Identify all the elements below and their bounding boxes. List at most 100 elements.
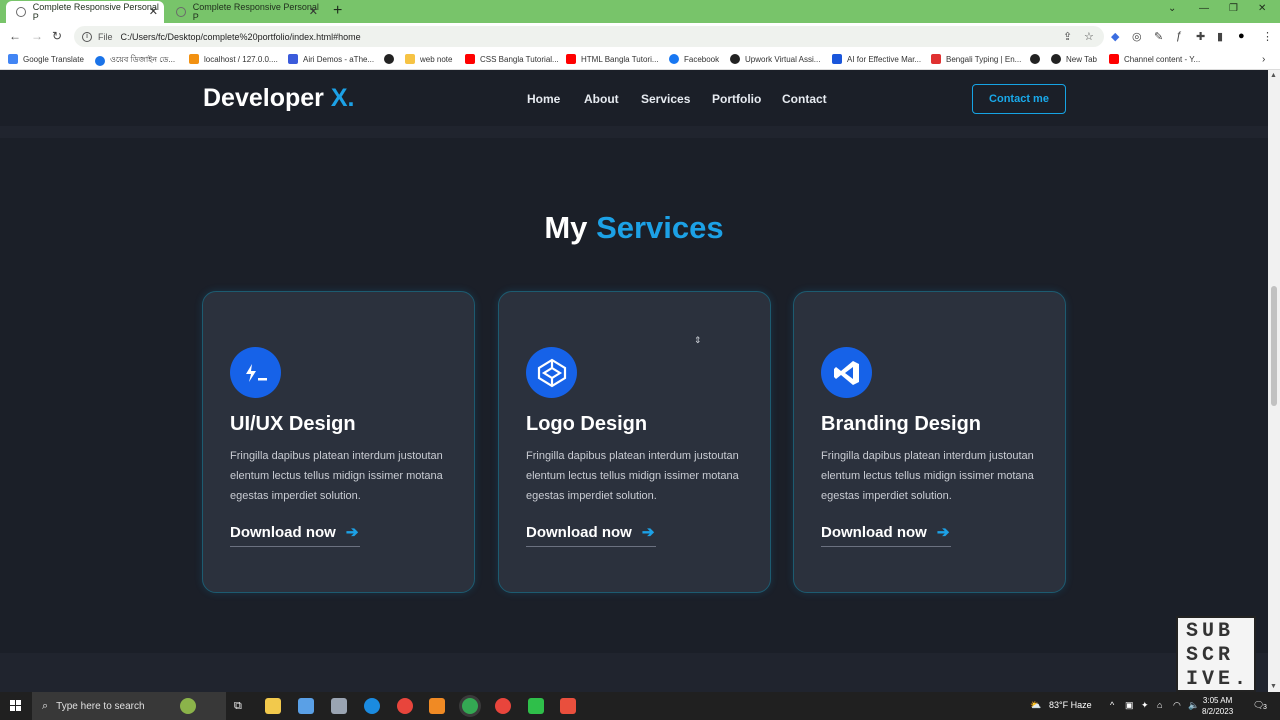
- download-now-link[interactable]: Download now ➔: [230, 523, 358, 542]
- link-underline: [821, 546, 951, 547]
- scroll-up-icon[interactable]: ▲: [1270, 72, 1277, 79]
- nav-home[interactable]: Home: [527, 92, 560, 106]
- scroll-down-icon[interactable]: ▼: [1270, 683, 1277, 690]
- nav-portfolio[interactable]: Portfolio: [712, 92, 761, 106]
- network-icon[interactable]: ◠: [1173, 700, 1181, 711]
- url-field[interactable]: i File C:/Users/fc/Desktop/complete%20po…: [74, 26, 1104, 47]
- taskbar-clock[interactable]: 3:05 AM 8/2/2023: [1202, 695, 1233, 717]
- card-title: Branding Design: [821, 413, 982, 435]
- link-underline: [230, 546, 360, 547]
- extension-icon[interactable]: ✎: [1154, 30, 1163, 43]
- link-label: Download now: [821, 523, 927, 541]
- chrome-active-icon[interactable]: [462, 698, 478, 714]
- close-tab-icon[interactable]: ✕: [149, 5, 158, 18]
- bookmark-item[interactable]: HTML Bangla Tutori...: [566, 54, 659, 64]
- tab-search-icon[interactable]: ⌄: [1168, 3, 1176, 14]
- star-icon[interactable]: ☆: [1084, 30, 1094, 43]
- browser-tab[interactable]: Complete Responsive Personal P ✕: [166, 1, 324, 23]
- site-logo[interactable]: Developer X.: [203, 84, 354, 113]
- bookmark-label: CSS Bangla Tutorial...: [480, 54, 559, 64]
- nav-contact[interactable]: Contact: [782, 92, 827, 106]
- clock-date: 8/2/2023: [1202, 707, 1234, 716]
- bookmark-label: ওয়েব ডিজাইন ডে...: [110, 55, 176, 64]
- bookmark-item[interactable]: Airi Demos - aThe...: [288, 54, 374, 64]
- windows-start-icon[interactable]: [10, 700, 22, 712]
- profile-avatar-icon[interactable]: ●: [1238, 30, 1245, 42]
- tray-app-icon[interactable]: ▣: [1125, 700, 1134, 711]
- bookmark-item[interactable]: Upwork Virtual Assi...: [730, 54, 820, 64]
- taskbar-search-box[interactable]: ⌕ Type here to search: [32, 692, 226, 720]
- minimize-icon[interactable]: —: [1199, 3, 1209, 14]
- service-card: UI/UX Design Fringilla dapibus platean i…: [202, 291, 475, 593]
- chrome-icon[interactable]: [397, 698, 413, 714]
- menu-kebab-icon[interactable]: ⋮: [1262, 30, 1273, 43]
- card-title: UI/UX Design: [230, 413, 356, 435]
- app-icon[interactable]: [298, 698, 314, 714]
- forward-icon[interactable]: →: [31, 29, 43, 43]
- bookmark-icon: [8, 54, 18, 64]
- notification-count: 3: [1263, 704, 1267, 711]
- arrow-right-icon: ➔: [936, 524, 950, 541]
- bookmark-item[interactable]: Facebook: [669, 54, 719, 64]
- bookmark-icon: [730, 54, 740, 64]
- download-now-link[interactable]: Download now ➔: [821, 523, 950, 542]
- window-close-icon[interactable]: ✕: [1258, 3, 1266, 14]
- bookmarks-bar: Google Translate ওয়েব ডিজাইন ডে... loca…: [0, 50, 1280, 70]
- reload-icon[interactable]: ↻: [52, 29, 62, 43]
- camtasia-icon[interactable]: [528, 698, 544, 714]
- youtube-icon: [465, 54, 475, 64]
- bookmark-item[interactable]: Bengali Typing | En...: [931, 54, 1021, 64]
- folder-icon: [405, 54, 415, 64]
- logo-text: Developer: [203, 84, 324, 112]
- tray-app-icon[interactable]: ✦: [1141, 700, 1149, 711]
- page-scrollbar[interactable]: ▲ ▼: [1268, 70, 1280, 692]
- bookmark-item[interactable]: localhost / 127.0.0....: [189, 54, 278, 64]
- bookmark-item[interactable]: [1030, 54, 1045, 64]
- share-icon[interactable]: ⇪: [1063, 30, 1072, 43]
- bookmark-item[interactable]: [384, 54, 399, 64]
- bookmark-icon: [189, 54, 199, 64]
- extension-font-icon[interactable]: ƒ: [1176, 30, 1182, 42]
- new-tab-button[interactable]: +: [333, 2, 342, 20]
- file-explorer-icon[interactable]: [265, 698, 281, 714]
- browser-tab-active[interactable]: Complete Responsive Personal P ✕: [6, 1, 164, 23]
- tray-expand-icon[interactable]: ^: [1110, 700, 1114, 710]
- search-placeholder: Type here to search: [56, 700, 145, 712]
- close-tab-icon[interactable]: ✕: [309, 5, 318, 18]
- tray-app-icon[interactable]: ⌂: [1157, 700, 1162, 710]
- weather-text[interactable]: 83°F Haze: [1049, 700, 1092, 710]
- chrome-icon[interactable]: [495, 698, 511, 714]
- recorder-icon[interactable]: [560, 698, 576, 714]
- task-view-icon[interactable]: ⧉: [234, 700, 242, 713]
- back-icon[interactable]: ←: [9, 29, 21, 43]
- extension-translate-icon[interactable]: ◆: [1111, 30, 1119, 43]
- info-icon[interactable]: i: [82, 31, 92, 42]
- bookmark-item[interactable]: web note: [405, 54, 452, 64]
- restore-icon[interactable]: ❐: [1229, 3, 1238, 14]
- sublime-text-icon[interactable]: [429, 698, 445, 714]
- globe-icon: [176, 7, 186, 17]
- youtube-icon: [566, 54, 576, 64]
- bookmark-item[interactable]: New Tab: [1051, 54, 1097, 64]
- bookmark-item[interactable]: ওয়েব ডিজাইন ডে...: [95, 54, 175, 67]
- search-highlight-icon[interactable]: [180, 698, 196, 714]
- contact-me-button[interactable]: Contact me: [972, 84, 1066, 114]
- bookmark-item[interactable]: AI for Effective Mar...: [832, 54, 921, 64]
- app-icon[interactable]: [331, 698, 347, 714]
- download-now-link[interactable]: Download now ➔: [526, 523, 654, 542]
- bookmark-item[interactable]: Google Translate: [8, 54, 84, 64]
- scrollbar-thumb[interactable]: [1271, 286, 1277, 406]
- volume-icon[interactable]: 🔈: [1188, 700, 1199, 711]
- extension-camera-icon[interactable]: ◎: [1132, 30, 1142, 43]
- side-panel-icon[interactable]: ▮: [1217, 30, 1223, 43]
- bookmark-item[interactable]: Channel content - Y...: [1109, 54, 1200, 64]
- bookmarks-overflow-icon[interactable]: ›: [1262, 54, 1265, 65]
- nav-services[interactable]: Services: [641, 92, 690, 106]
- website-viewport: Developer X. Home About Services Portfol…: [0, 70, 1268, 692]
- extensions-puzzle-icon[interactable]: ✚: [1196, 30, 1205, 43]
- bookmark-item[interactable]: CSS Bangla Tutorial...: [465, 54, 559, 64]
- url-scheme: File: [98, 31, 113, 42]
- nav-about[interactable]: About: [584, 92, 619, 106]
- weather-icon: ⛅: [1030, 700, 1042, 710]
- edge-icon[interactable]: [364, 698, 380, 714]
